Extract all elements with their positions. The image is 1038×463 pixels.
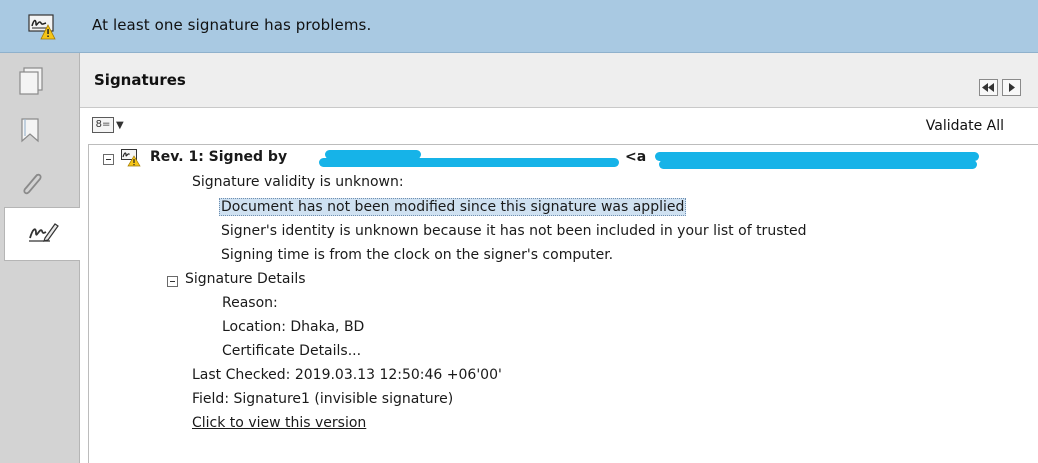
redaction-mark <box>319 158 619 167</box>
attachments-button[interactable] <box>14 169 48 203</box>
redaction-mark <box>659 160 977 169</box>
collapse-signature-toggle[interactable] <box>103 154 114 165</box>
signature-field-name: Field: Signature1 (invisible signature) <box>192 391 454 407</box>
signature-validity-text: Signature validity is unknown: <box>192 174 404 190</box>
last-checked-field: Last Checked: 2019.03.13 12:50:46 +06'00… <box>192 367 502 383</box>
panel-toolbar: 8= ▼ Validate All <box>80 108 1038 144</box>
signature-notification-bar: At least one signature has problems. <box>0 0 1038 53</box>
expand-pane-button[interactable] <box>1002 79 1021 96</box>
bookmarks-button[interactable] <box>14 115 48 149</box>
signatures-panel: Signatures 8= ▼ Validate All Rev. 1: Sig… <box>80 53 1038 463</box>
double-left-arrow-icon <box>982 80 995 96</box>
pages-icon <box>16 65 46 99</box>
reason-field: Reason: <box>222 295 278 311</box>
signatures-icon <box>26 217 60 251</box>
location-field: Location: Dhaka, BD <box>222 319 365 335</box>
chevron-down-icon: ▼ <box>116 119 124 131</box>
attachments-icon <box>16 169 46 203</box>
navigation-pane <box>0 53 81 463</box>
collapse-details-toggle[interactable] <box>167 276 178 287</box>
panel-header: Signatures <box>80 53 1038 108</box>
right-arrow-icon <box>1008 80 1016 96</box>
certificate-details-item[interactable]: Certificate Details... <box>222 343 361 359</box>
notification-message: At least one signature has problems. <box>92 16 372 34</box>
collapse-pane-button[interactable] <box>979 79 998 96</box>
options-icon: 8= <box>92 117 114 133</box>
integrity-status-item[interactable]: Document has not been modified since thi… <box>219 198 687 216</box>
bookmarks-icon <box>16 115 46 149</box>
options-menu-button[interactable]: 8= ▼ <box>92 116 124 134</box>
validate-all-button[interactable]: Validate All <box>926 118 1004 134</box>
signatures-button[interactable] <box>4 207 81 261</box>
signature-header-label[interactable]: Rev. 1: Signed by <box>150 149 287 165</box>
view-version-link[interactable]: Click to view this version <box>192 415 366 431</box>
signatures-tree: Rev. 1: Signed by <a Signature validity … <box>88 144 1038 463</box>
panel-title: Signatures <box>94 71 186 89</box>
pages-button[interactable] <box>14 65 48 99</box>
signature-details-label[interactable]: Signature Details <box>185 271 306 287</box>
signature-problem-icon <box>121 149 141 171</box>
signature-email-prefix: <a <box>625 149 647 165</box>
signature-warning-icon <box>28 13 56 41</box>
signing-time-status-item[interactable]: Signing time is from the clock on the si… <box>221 247 613 263</box>
identity-status-item[interactable]: Signer's identity is unknown because it … <box>221 223 806 239</box>
